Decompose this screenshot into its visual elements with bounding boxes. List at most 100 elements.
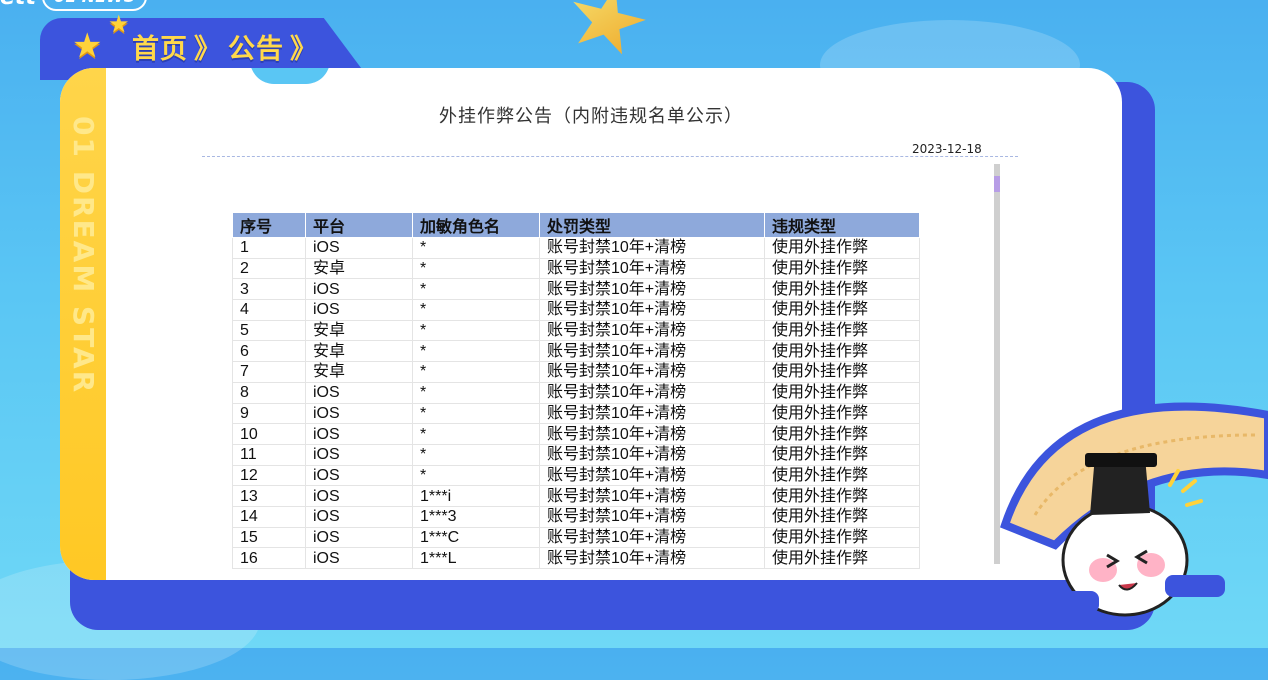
table-row: 15 iOS 1***C 账号封禁10年+清榜 使用外挂作弊 [232,526,920,549]
row-penalty: 账号封禁10年+清榜 [539,443,765,466]
row-role-name: * [412,423,540,445]
table-row: 5 安卓 * 账号封禁10年+清榜 使用外挂作弊 [232,319,920,342]
row-platform: iOS [305,526,413,549]
breadcrumb-separator: 》 [194,33,222,65]
star-icon [561,0,654,64]
row-penalty: 账号封禁10年+清榜 [539,485,765,507]
row-violation: 使用外挂作弊 [764,381,920,404]
row-penalty: 账号封禁10年+清榜 [539,319,765,342]
row-index: 6 [232,340,306,363]
row-penalty: 账号封禁10年+清榜 [539,340,765,363]
row-index: 16 [232,547,306,569]
row-penalty: 账号封禁10年+清榜 [539,423,765,445]
row-platform: 安卓 [305,361,413,383]
row-violation: 使用外挂作弊 [764,402,920,425]
row-violation: 使用外挂作弊 [764,526,920,549]
row-role-name: 1***C [412,526,540,549]
table-row: 1 iOS * 账号封禁10年+清榜 使用外挂作弊 [232,237,920,259]
row-penalty: 账号封禁10年+清榜 [539,505,765,528]
row-violation: 使用外挂作弊 [764,340,920,363]
table-row: 6 安卓 * 账号封禁10年+清榜 使用外挂作弊 [232,340,920,363]
row-role-name: * [412,237,540,259]
row-violation: 使用外挂作弊 [764,443,920,466]
row-penalty: 账号封禁10年+清榜 [539,381,765,404]
row-role-name: 1***3 [412,505,540,528]
row-index: 3 [232,278,306,301]
row-platform: iOS [305,505,413,528]
row-role-name: * [412,464,540,487]
table-header-row: 序号 平台 加敏角色名 处罚类型 违规类型 [232,212,920,238]
row-penalty: 账号封禁10年+清榜 [539,464,765,487]
row-role-name: * [412,443,540,466]
article-date: 2023-12-18 [912,142,982,156]
breadcrumb-home-link[interactable]: 首页 [132,27,188,66]
row-index: 4 [232,299,306,321]
row-platform: iOS [305,547,413,569]
mascot-illustration [1000,402,1268,617]
row-violation: 使用外挂作弊 [764,299,920,321]
site-logo[interactable]: ett 01 NEWS [0,0,161,12]
row-violation: 使用外挂作弊 [764,485,920,507]
row-role-name: * [412,278,540,301]
row-role-name: * [412,319,540,342]
row-index: 13 [232,485,306,507]
title-divider [202,156,1018,157]
row-penalty: 账号封禁10年+清榜 [539,237,765,259]
table-row: 8 iOS * 账号封禁10年+清榜 使用外挂作弊 [232,381,920,404]
row-violation: 使用外挂作弊 [764,423,920,445]
row-platform: iOS [305,485,413,507]
row-index: 9 [232,402,306,425]
row-index: 14 [232,505,306,528]
row-platform: iOS [305,278,413,301]
row-platform: 安卓 [305,319,413,342]
table-body: 1 iOS * 账号封禁10年+清榜 使用外挂作弊 2 安卓 * 账号封禁10年+清榜 使用外挂作… [232,237,920,569]
row-platform: iOS [305,381,413,404]
row-index: 15 [232,526,306,549]
row-platform: iOS [305,299,413,321]
row-platform: iOS [305,237,413,259]
panel-notch [250,68,330,84]
table-row: 4 iOS * 账号封禁10年+清榜 使用外挂作弊 [232,299,920,321]
scrollbar-thumb[interactable] [994,176,1000,192]
row-platform: iOS [305,443,413,466]
row-platform: iOS [305,402,413,425]
table-row: 2 安卓 * 账号封禁10年+清榜 使用外挂作弊 [232,257,920,280]
table-row: 3 iOS * 账号封禁10年+清榜 使用外挂作弊 [232,278,920,301]
row-index: 11 [232,443,306,466]
logo-tag: 01 NEWS [41,0,148,11]
row-violation: 使用外挂作弊 [764,464,920,487]
row-index: 12 [232,464,306,487]
table-row: 10 iOS * 账号封禁10年+清榜 使用外挂作弊 [232,423,920,445]
star-icon: ★ [108,10,130,38]
row-penalty: 账号封禁10年+清榜 [539,299,765,321]
table-row: 12 iOS * 账号封禁10年+清榜 使用外挂作弊 [232,464,920,487]
column-header: 加敏角色名 [412,212,540,238]
column-header: 序号 [232,212,306,238]
row-penalty: 账号封禁10年+清榜 [539,526,765,549]
breadcrumb-separator: 》 [290,33,318,65]
breadcrumb: 首页 》 公告 》 [132,26,324,66]
announcement-panel: 01 DREAM STAR 外挂作弊公告（内附违规名单公示） 2023-12-1… [60,68,1122,580]
row-platform: iOS [305,464,413,487]
row-penalty: 账号封禁10年+清榜 [539,278,765,301]
row-platform: 安卓 [305,340,413,363]
row-role-name: * [412,299,540,321]
row-index: 2 [232,257,306,280]
table-row: 13 iOS 1***i 账号封禁10年+清榜 使用外挂作弊 [232,485,920,507]
column-header: 平台 [305,212,413,238]
row-index: 8 [232,381,306,404]
row-penalty: 账号封禁10年+清榜 [539,257,765,280]
article-title: 外挂作弊公告（内附违规名单公示） [439,106,743,127]
row-role-name: 1***i [412,485,540,507]
row-violation: 使用外挂作弊 [764,547,920,569]
column-header: 处罚类型 [539,212,765,238]
row-violation: 使用外挂作弊 [764,505,920,528]
row-index: 7 [232,361,306,383]
row-index: 1 [232,237,306,259]
row-platform: iOS [305,423,413,445]
row-role-name: * [412,361,540,383]
row-penalty: 账号封禁10年+清榜 [539,547,765,569]
row-violation: 使用外挂作弊 [764,257,920,280]
star-icon: ★ [72,26,103,66]
row-index: 10 [232,423,306,445]
